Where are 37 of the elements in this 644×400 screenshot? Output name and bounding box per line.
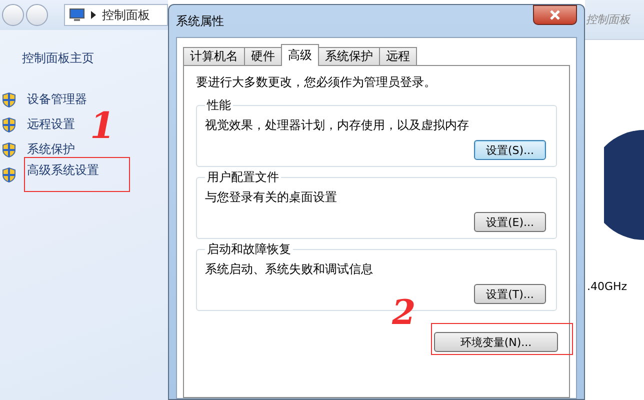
- annotation-mark: 1: [90, 108, 116, 144]
- group-description: 系统启动、系统失败和调试信息: [205, 261, 374, 278]
- tab[interactable]: 计算机名: [183, 47, 245, 66]
- group-title: 用户配置文件: [205, 169, 281, 186]
- sidebar-link[interactable]: 设备管理器: [24, 86, 90, 113]
- shield-icon: [2, 116, 16, 132]
- tab[interactable]: 硬件: [244, 47, 282, 66]
- shield-icon: [2, 166, 16, 182]
- tab[interactable]: 系统保护: [318, 47, 380, 66]
- window-title: 控制面板: [586, 12, 630, 27]
- cpu-speed-text: .40GHz: [587, 280, 628, 293]
- address-bar[interactable]: 控制面板: [64, 4, 168, 26]
- close-icon: [549, 10, 561, 20]
- group-description: 与您登录有关的桌面设置: [205, 189, 338, 206]
- computer-icon: [69, 8, 85, 22]
- sidebar-home-link[interactable]: 控制面板主页: [22, 50, 168, 67]
- sidebar-link[interactable]: 高级系统设置: [24, 157, 130, 192]
- back-button[interactable]: [2, 4, 24, 26]
- group-description: 视觉效果，处理器计划，内存使用，以及虚拟内存: [205, 117, 470, 134]
- settings-button[interactable]: 设置(T)...: [474, 284, 546, 304]
- breadcrumb-item[interactable]: 控制面板: [102, 6, 150, 24]
- notice-text: 要进行大多数更改，您必须作为管理员登录。: [196, 74, 437, 91]
- group-title: 性能: [205, 97, 233, 114]
- shield-icon: [2, 142, 16, 158]
- forward-button[interactable]: [26, 4, 48, 26]
- group-title: 启动和故障恢复: [205, 241, 293, 258]
- close-button[interactable]: [533, 5, 577, 25]
- window-title: 系统属性: [176, 12, 224, 30]
- settings-button[interactable]: 设置(E)...: [474, 212, 546, 232]
- chevron-icon: [91, 11, 96, 19]
- tab[interactable]: 高级: [281, 44, 319, 66]
- annotation-mark: 2: [392, 296, 416, 330]
- environment-variables-button[interactable]: 环境变量(N)...: [434, 332, 558, 352]
- settings-button[interactable]: 设置(S)...: [474, 140, 546, 160]
- tab[interactable]: 远程: [379, 47, 417, 66]
- sidebar-link[interactable]: 远程设置: [24, 111, 78, 138]
- shield-icon: [2, 92, 16, 108]
